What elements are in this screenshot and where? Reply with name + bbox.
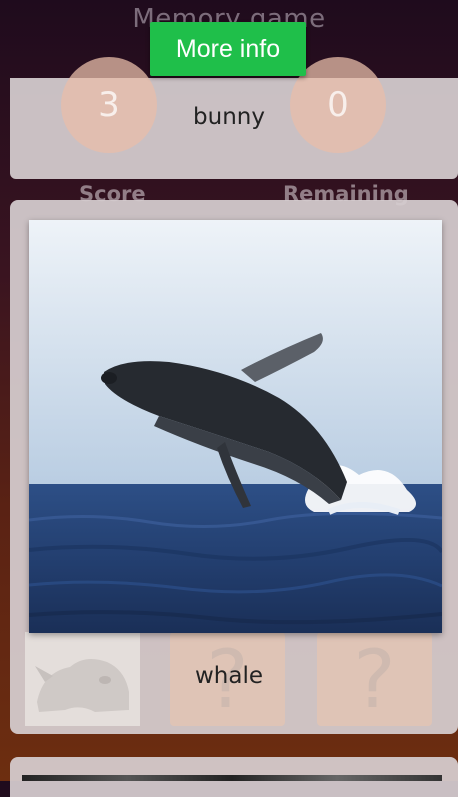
whale-photo[interactable] [29, 220, 442, 633]
current-word: bunny [193, 104, 265, 130]
card-word: whale [194, 663, 264, 689]
more-info-button[interactable]: More info [150, 22, 306, 76]
next-card-image-edge [22, 775, 442, 781]
